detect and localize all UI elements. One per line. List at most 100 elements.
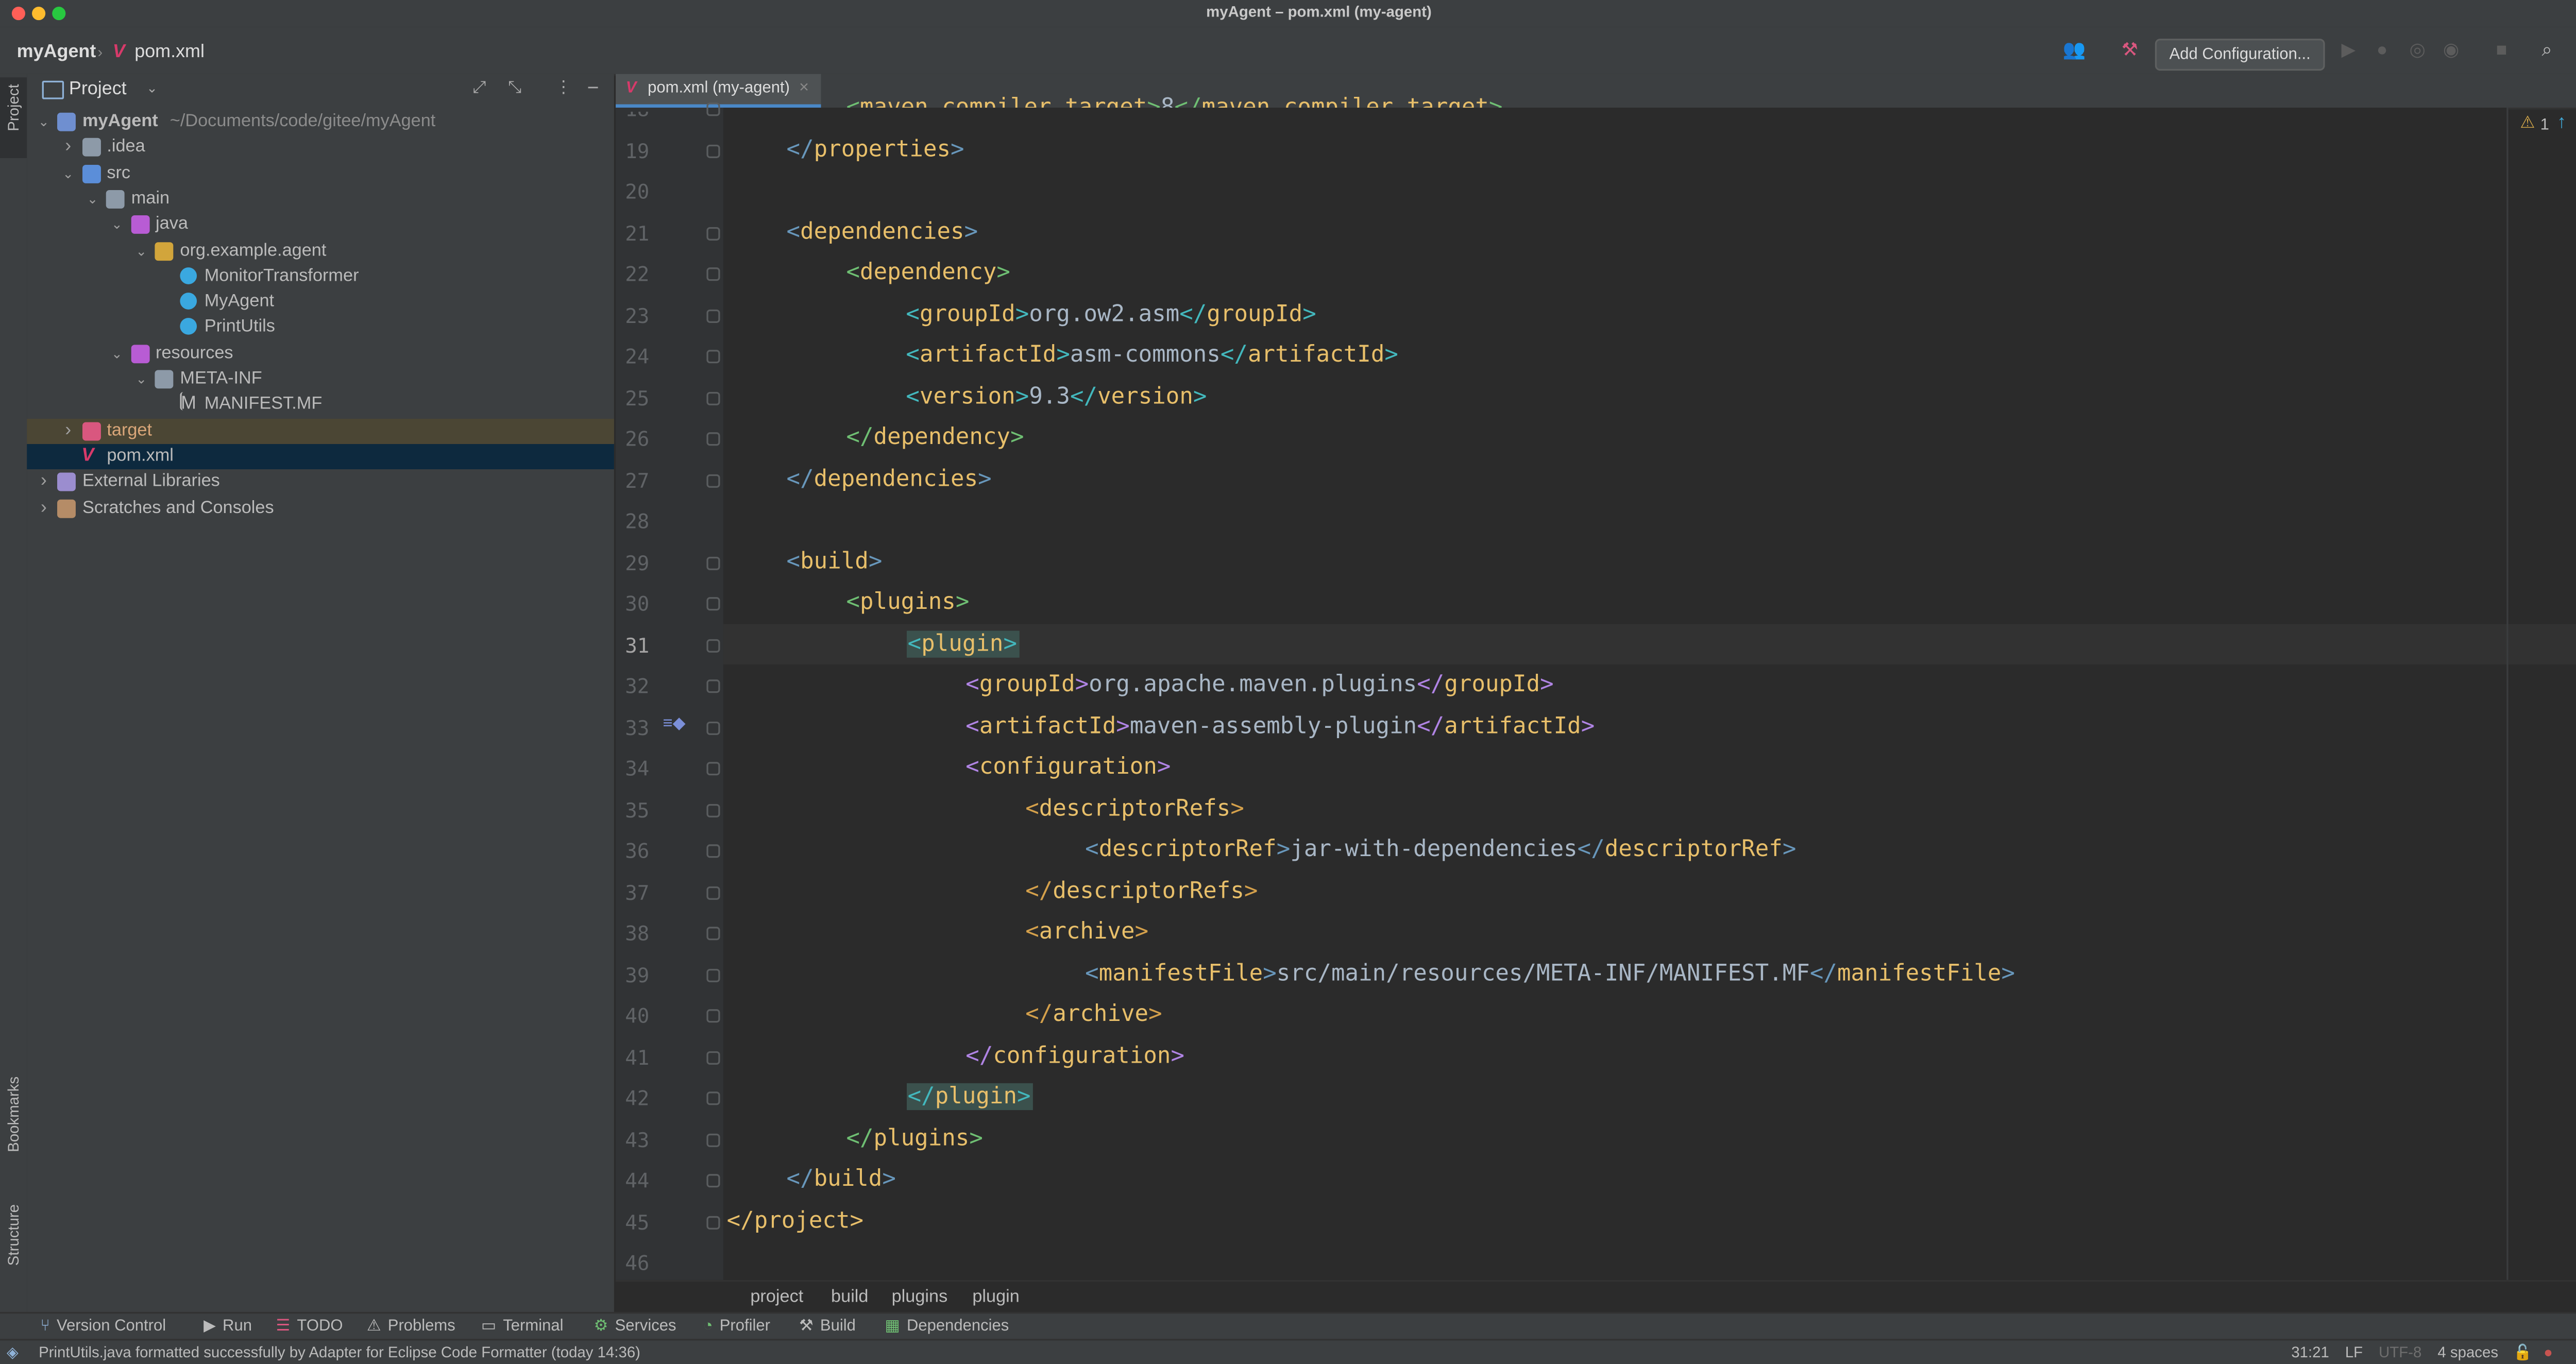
tool-window-button[interactable]: ⚙ Services xyxy=(594,1317,676,1336)
search-icon[interactable]: ⌕ xyxy=(2535,39,2559,62)
tree-item[interactable]: › .idea xyxy=(27,135,614,160)
breadcrumb-item[interactable]: build xyxy=(831,1287,868,1307)
breadcrumb-item[interactable]: plugins xyxy=(892,1287,948,1307)
fold-marker-icon[interactable] xyxy=(706,597,720,611)
line-separator[interactable]: LF xyxy=(2345,1344,2363,1361)
chevron-right-icon[interactable]: › xyxy=(60,135,77,160)
expand-all-icon[interactable]: ⤢ xyxy=(473,79,486,97)
chevron-down-icon[interactable]: ⌄ xyxy=(133,367,150,392)
fold-marker-icon[interactable] xyxy=(706,803,720,817)
tree-item[interactable]: Vpom.xml xyxy=(27,444,614,469)
tool-window-button[interactable]: ▭ Terminal xyxy=(481,1317,564,1336)
tree-item[interactable]: MonitorTransformer xyxy=(27,264,614,289)
tree-item[interactable]: ⌄ myAgent ~/Documents/code/gitee/myAgent xyxy=(27,109,614,134)
tree-item[interactable]: ⌄ resources xyxy=(27,341,614,366)
chevron-down-icon[interactable]: ⌄ xyxy=(146,81,158,96)
tree-item[interactable]: ⌄ org.example.agent xyxy=(27,238,614,263)
tool-window-button[interactable]: ⚠ Problems xyxy=(367,1317,455,1336)
fold-marker-icon[interactable] xyxy=(706,721,720,735)
structure-tab[interactable]: Structure xyxy=(5,1204,22,1266)
fold-marker-icon[interactable] xyxy=(706,432,720,446)
warning-icon[interactable]: ⚠ xyxy=(2520,114,2535,133)
chevron-right-icon[interactable]: › xyxy=(60,418,77,444)
fold-marker-icon[interactable] xyxy=(706,144,720,158)
chevron-down-icon[interactable]: ⌄ xyxy=(133,238,150,263)
chevron-right-icon[interactable]: › xyxy=(36,470,53,495)
coverage-icon[interactable]: ◎ xyxy=(2405,39,2429,62)
indent-setting[interactable]: 4 spaces xyxy=(2437,1344,2498,1361)
chevron-down-icon[interactable]: ⌄ xyxy=(109,341,126,366)
error-indicator-icon[interactable]: ● xyxy=(2544,1344,2553,1361)
fold-marker-icon[interactable] xyxy=(706,679,720,693)
tool-window-button[interactable]: ⚒ Build xyxy=(799,1317,856,1336)
tree-item[interactable]: ⌄ main xyxy=(27,186,614,212)
tree-item[interactable]: › Scratches and Consoles xyxy=(27,496,614,521)
tree-item[interactable]: ⌄ META-INF xyxy=(27,367,614,392)
profile-icon[interactable]: ◉ xyxy=(2439,39,2463,62)
project-tool-window-tab[interactable]: Project xyxy=(0,77,27,158)
close-tab-icon[interactable]: × xyxy=(799,74,809,105)
tool-window-button[interactable]: ☰ TODO xyxy=(276,1317,343,1336)
fold-marker-icon[interactable] xyxy=(706,226,720,240)
lock-icon[interactable]: 🔓 xyxy=(2513,1344,2532,1362)
project-view-selector[interactable]: Project xyxy=(69,79,127,99)
file-encoding[interactable]: UTF-8 xyxy=(2379,1344,2421,1361)
chevron-down-icon[interactable]: ⌄ xyxy=(60,161,77,186)
fold-marker-icon[interactable] xyxy=(706,927,720,941)
fold-marker-icon[interactable] xyxy=(706,968,720,982)
chevron-down-icon[interactable]: ⌄ xyxy=(36,109,53,134)
debug-icon[interactable]: ● xyxy=(2370,39,2394,62)
nav-project-name[interactable]: myAgent xyxy=(17,42,96,62)
fold-marker-icon[interactable] xyxy=(706,350,720,364)
collapse-all-icon[interactable]: ⤡ xyxy=(508,79,521,97)
tree-item[interactable]: › target xyxy=(27,418,614,444)
tag-name: descriptorRef xyxy=(1098,836,1277,863)
fold-marker-icon[interactable] xyxy=(706,762,720,776)
more-vertical-icon[interactable]: ⋮ xyxy=(2570,39,2576,62)
users-icon[interactable]: 👥 xyxy=(2062,39,2086,62)
tool-window-button[interactable]: ◔ Profiler xyxy=(703,1317,770,1336)
tree-item[interactable]: MyAgent xyxy=(27,289,614,315)
add-configuration-button[interactable]: Add Configuration... xyxy=(2155,39,2325,71)
breadcrumb-item[interactable]: project xyxy=(750,1287,803,1307)
tool-window-button[interactable]: ⑂ Version Control xyxy=(40,1317,166,1336)
tree-item[interactable]: ⌄ java xyxy=(27,212,614,237)
build-hammer-icon[interactable]: ⚒ xyxy=(2118,39,2142,62)
chevron-down-icon[interactable]: ⌄ xyxy=(109,212,126,237)
fold-marker-icon[interactable] xyxy=(706,844,720,858)
nav-file-name[interactable]: pom.xml xyxy=(134,42,205,62)
fold-marker-icon[interactable] xyxy=(706,1215,720,1229)
fold-marker-icon[interactable] xyxy=(706,1009,720,1023)
tool-window-button[interactable]: ▶ Run xyxy=(204,1317,252,1336)
fold-marker-icon[interactable] xyxy=(706,391,720,405)
tree-item[interactable]: PrintUtils xyxy=(27,315,614,340)
hide-panel-icon[interactable]: − xyxy=(587,76,599,99)
run-icon[interactable]: ▶ xyxy=(2337,39,2361,62)
caret-position[interactable]: 31:21 xyxy=(2291,1344,2329,1361)
stop-icon[interactable]: ■ xyxy=(2490,39,2514,62)
options-icon[interactable]: ⋮ xyxy=(555,79,572,97)
tree-item[interactable]: ⌄ src xyxy=(27,161,614,186)
fold-marker-icon[interactable] xyxy=(706,473,720,487)
status-message[interactable]: PrintUtils.java formatted successfully b… xyxy=(39,1344,640,1361)
fold-marker-icon[interactable] xyxy=(706,1174,720,1188)
fold-marker-icon[interactable] xyxy=(706,267,720,281)
tree-item[interactable]: › External Libraries xyxy=(27,470,614,495)
bookmarks-tab[interactable]: Bookmarks xyxy=(5,1077,22,1152)
fold-marker-icon[interactable] xyxy=(706,638,720,652)
previous-highlight-icon[interactable]: ↑ xyxy=(2557,113,2566,133)
maven-plugin-gutter-icon[interactable]: ≡◆ xyxy=(663,715,686,734)
fold-marker-icon[interactable] xyxy=(706,1050,720,1064)
fold-marker-icon[interactable] xyxy=(706,885,720,899)
fold-marker-icon[interactable] xyxy=(706,309,720,322)
chevron-right-icon[interactable]: › xyxy=(36,496,53,521)
tag-name: configuration xyxy=(979,753,1157,781)
tree-item[interactable]: M MANIFEST.MF xyxy=(27,392,614,418)
fold-marker-icon[interactable] xyxy=(706,556,720,570)
breadcrumb-item[interactable]: plugin xyxy=(972,1287,1020,1307)
fold-marker-icon[interactable] xyxy=(706,1092,720,1105)
fold-marker-icon[interactable] xyxy=(706,103,720,116)
tool-window-button[interactable]: ▦ Dependencies xyxy=(885,1317,1009,1336)
fold-marker-icon[interactable] xyxy=(706,1133,720,1147)
chevron-down-icon[interactable]: ⌄ xyxy=(84,186,101,212)
